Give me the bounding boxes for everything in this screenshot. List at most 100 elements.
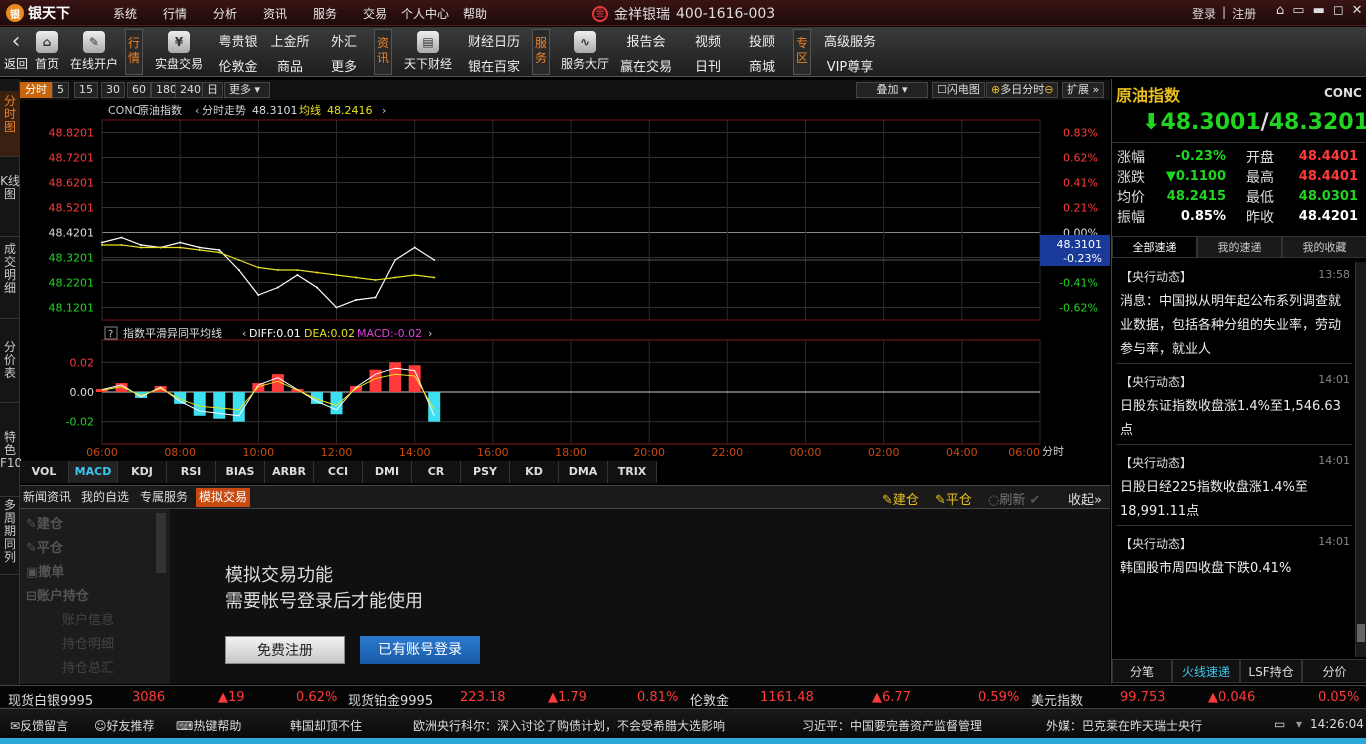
news-item[interactable]: 【央行动态】 13:58 消息：中国拟从明年起公布系列调查就业数据，包括各种分组的失…: [1116, 264, 1352, 364]
news-item[interactable]: 【央行动态】 14:01 日股东证指数收盘涨1.4%至1,546.63点: [1116, 369, 1352, 445]
sim-position-detail[interactable]: 持仓明细: [62, 633, 114, 652]
sim-positions[interactable]: ⊟账户持仓: [26, 585, 89, 604]
menu-analysis[interactable]: 分析: [200, 5, 250, 22]
tab-lsf[interactable]: LSF持仓: [1240, 659, 1302, 683]
timeshare-chart[interactable]: 48.8201 0.83% 48.7201 0.62% 48.6201 0.41% 48.5…: [20, 100, 1110, 460]
link-shanghai-gold[interactable]: 上金所: [262, 31, 318, 50]
macd-header-arrow[interactable]: ›: [428, 327, 432, 340]
ind-vol[interactable]: VOL: [20, 461, 69, 483]
sim-menu-scrollbar[interactable]: [156, 513, 166, 573]
menu-system[interactable]: 系统: [100, 5, 150, 22]
ind-cci[interactable]: CCI: [314, 461, 363, 483]
news-item[interactable]: 【央行动态】 14:01 韩国股市周四收盘下跌0.41%: [1116, 531, 1352, 585]
collapse-button[interactable]: 收起»: [1068, 489, 1102, 508]
dropdown-icon[interactable]: ▾: [1296, 717, 1302, 731]
link-forex[interactable]: 外汇: [316, 31, 372, 50]
tab-ticks[interactable]: 分笔: [1112, 659, 1172, 683]
tab-news[interactable]: 新闻资讯: [20, 488, 74, 507]
news-scrollbar[interactable]: [1355, 262, 1366, 657]
period-15[interactable]: 15: [74, 82, 98, 98]
ind-kd[interactable]: KD: [510, 461, 559, 483]
ticker-name[interactable]: 美元指数: [1031, 690, 1083, 709]
headline[interactable]: 欧洲央行科尔：深入讨论了购债计划，不会受希腊大选影响: [413, 717, 725, 734]
account-login-button[interactable]: 已有账号登录: [360, 636, 480, 664]
tab-watchlist[interactable]: 我的自选: [78, 488, 132, 507]
close-position-button[interactable]: ✎平仓: [935, 489, 972, 508]
link-vip[interactable]: VIP尊享: [818, 56, 882, 75]
link-commodities[interactable]: 商品: [262, 56, 318, 75]
ind-cr[interactable]: CR: [412, 461, 461, 483]
skin-icon[interactable]: ▭: [1292, 3, 1304, 18]
login-link[interactable]: 登录: [1192, 5, 1216, 22]
menu-service[interactable]: 服务: [300, 5, 350, 22]
tab-my-news[interactable]: 我的速递: [1197, 236, 1282, 258]
sim-cancel[interactable]: ▣撤单: [26, 561, 64, 580]
menu-trade[interactable]: 交易: [350, 5, 400, 22]
menu-quotes[interactable]: 行情: [150, 5, 200, 22]
free-register-button[interactable]: 免费注册: [225, 636, 345, 664]
home-button[interactable]: ⌂ 首页: [32, 29, 62, 72]
tab-price-dist[interactable]: 分价: [1302, 659, 1366, 683]
link-more[interactable]: 更多: [316, 56, 372, 75]
minimize-icon[interactable]: ▬: [1313, 3, 1325, 18]
tab-multi-period[interactable]: 多周期同列: [0, 495, 20, 575]
link-daily[interactable]: 日刊: [680, 56, 736, 75]
tab-fire-news[interactable]: 火线速递: [1172, 659, 1240, 683]
sim-open[interactable]: ✎建仓: [26, 513, 63, 532]
maximize-icon[interactable]: ◻: [1333, 3, 1344, 18]
ticker-name[interactable]: 现货白银9995: [8, 690, 93, 709]
ind-dmi[interactable]: DMI: [363, 461, 412, 483]
tab-kline[interactable]: K线图: [0, 171, 20, 237]
sim-close[interactable]: ✎平仓: [26, 537, 63, 556]
expand-button[interactable]: 扩展 »: [1062, 82, 1105, 98]
macd-help-icon[interactable]: ?: [108, 329, 113, 340]
sim-account-info[interactable]: 账户信息: [62, 609, 114, 628]
open-position-button[interactable]: ✎建仓: [882, 489, 919, 508]
ind-arbr[interactable]: ARBR: [265, 461, 314, 483]
link-advanced-service[interactable]: 高级服务: [818, 31, 882, 50]
ind-bias[interactable]: BIAS: [216, 461, 265, 483]
tab-all-news[interactable]: 全部速递: [1112, 236, 1197, 258]
headline[interactable]: 外媒：巴克莱在昨天瑞士央行: [1046, 717, 1202, 734]
period-5[interactable]: 5: [52, 82, 69, 98]
tab-timeshare[interactable]: 分时图: [0, 91, 20, 157]
service-hall-button[interactable]: ∿ 服务大厅: [556, 29, 614, 72]
link-advisor[interactable]: 投顾: [734, 31, 790, 50]
link-calendar[interactable]: 财经日历: [464, 31, 524, 50]
ind-dma[interactable]: DMA: [559, 461, 608, 483]
ind-macd[interactable]: MACD: [69, 461, 118, 483]
link-yueguiyin[interactable]: 粤贵银: [210, 31, 266, 50]
period-more[interactable]: 更多 ▾: [224, 82, 270, 98]
link-yinzai[interactable]: 银在百家: [464, 56, 524, 75]
ind-kdj[interactable]: KDJ: [118, 461, 167, 483]
news-scroll-thumb[interactable]: [1357, 624, 1365, 642]
link-mall[interactable]: 商城: [734, 56, 790, 75]
period-day[interactable]: 日: [202, 82, 223, 98]
period-timeshare[interactable]: 分时: [20, 82, 52, 98]
tab-trade-detail[interactable]: 成交明细: [0, 239, 20, 319]
real-trade-button[interactable]: ¥ 实盘交易: [150, 29, 208, 72]
period-60[interactable]: 60: [127, 82, 151, 98]
register-link[interactable]: 注册: [1232, 5, 1256, 22]
chart-header-arrow[interactable]: ›: [382, 104, 386, 117]
period-30[interactable]: 30: [101, 82, 125, 98]
multi-day-button[interactable]: ⊕多日分时⊖: [986, 82, 1059, 98]
chart-area[interactable]: 48.8201 0.83% 48.7201 0.62% 48.6201 0.41% 48.5…: [20, 100, 1110, 460]
ind-psy[interactable]: PSY: [461, 461, 510, 483]
news-item[interactable]: 【央行动态】 14:01 日股日经225指数收盘涨1.4%至18,991.11点: [1116, 450, 1352, 526]
link-video[interactable]: 视频: [680, 31, 736, 50]
sim-position-summary[interactable]: 持仓总汇: [62, 657, 114, 676]
recommend-link[interactable]: ☺好友推荐: [94, 717, 155, 734]
close-icon[interactable]: ✕: [1352, 3, 1363, 18]
headline[interactable]: 韩国却顶不住: [290, 717, 362, 734]
menu-help[interactable]: 帮助: [450, 5, 500, 22]
monitor-icon[interactable]: ▭: [1274, 717, 1285, 731]
link-london-gold[interactable]: 伦敦金: [210, 56, 266, 75]
ind-trix[interactable]: TRIX: [608, 461, 657, 483]
menu-personal[interactable]: 个人中心: [400, 5, 450, 22]
headline[interactable]: 习近平：中国要完善资产监督管理: [802, 717, 982, 734]
menu-info[interactable]: 资讯: [250, 5, 300, 22]
tab-f10[interactable]: 特色F10: [0, 427, 22, 497]
flash-chart-button[interactable]: ☐闪电图: [932, 82, 985, 98]
feedback-link[interactable]: ✉反馈留言: [10, 717, 68, 734]
